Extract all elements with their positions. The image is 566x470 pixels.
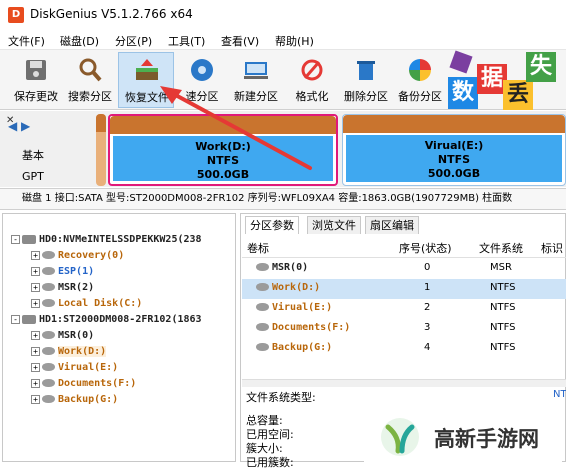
backup-icon (409, 59, 431, 81)
menu-partition[interactable]: 分区(P) (115, 33, 152, 49)
partition-icon (256, 283, 269, 291)
tree-node-hd0[interactable]: - HD0:NVMeINTELSSDPEKKW25(238 (11, 232, 202, 248)
tab-sector-edit[interactable]: 扇区编辑 (365, 216, 419, 234)
table-row[interactable]: Backup(G:) 4 NTFS (242, 339, 566, 359)
watermark: 高新手游网 (364, 411, 562, 462)
disk-nav-arrows[interactable]: ◀ ▶ (8, 119, 30, 133)
table-row[interactable]: Virual(E:) 2 NTFS (242, 299, 566, 319)
partition-icon (42, 379, 55, 387)
partition-icon (42, 347, 55, 355)
expand-icon[interactable]: + (31, 346, 40, 356)
expand-icon[interactable]: + (31, 378, 40, 388)
app-icon: D (8, 7, 24, 23)
delete-icon (357, 61, 375, 80)
fs-type-value: NT (553, 389, 566, 400)
expand-icon[interactable]: + (31, 330, 40, 340)
menu-tools[interactable]: 工具(T) (168, 33, 205, 49)
collapse-icon[interactable]: - (11, 234, 20, 244)
partition-icon (256, 343, 269, 351)
watermark-text: 高新手游网 (434, 427, 539, 451)
disk-tree: - HD0:NVMeINTELSSDPEKKW25(238 + Recovery(0… (2, 213, 236, 462)
disk-info-bar: 磁盘 1 接口:SATA 型号:ST2000DM008-2FR102 序列号:W… (0, 188, 566, 210)
watermark-logo-icon (381, 418, 419, 456)
tree-node-backup-g[interactable]: + Backup(G:) (31, 392, 118, 408)
tree-node-hd1[interactable]: - HD1:ST2000DM008-2FR102(1863 (11, 312, 202, 328)
search-partition-button[interactable]: 搜索分区 (62, 52, 118, 108)
annotation-arrow-icon (160, 86, 312, 170)
column-header-label[interactable]: 卷标 (247, 240, 269, 256)
partition-style-label: GPT (22, 170, 44, 183)
partition-icon (42, 283, 55, 291)
menu-disk[interactable]: 磁盘(D) (60, 33, 99, 49)
expand-icon[interactable]: + (31, 282, 40, 292)
partition-icon (256, 263, 269, 271)
save-icon (26, 60, 46, 80)
collapse-icon[interactable]: - (11, 314, 20, 324)
delete-partition-button[interactable]: 删除分区 (338, 52, 394, 108)
tree-node-local-disk-c[interactable]: + Local Disk(C:) (31, 296, 142, 312)
column-header-index[interactable]: 序号(状态) (399, 240, 452, 256)
tab-browse-files[interactable]: 浏览文件 (307, 216, 361, 234)
tree-node-esp[interactable]: + ESP(1) (31, 264, 94, 280)
partition-icon (256, 303, 269, 311)
promo-decoration (449, 50, 473, 74)
tree-node-virual-e[interactable]: + Virual(E:) (31, 360, 118, 376)
menu-bar: 文件(F) 磁盘(D) 分区(P) 工具(T) 查看(V) 帮助(H) (0, 30, 566, 50)
tree-node-msr2[interactable]: + MSR(2) (31, 280, 94, 296)
partition-icon (42, 267, 55, 275)
partition-icon (42, 395, 55, 403)
title-bar: D DiskGenius V5.1.2.766 x64 (0, 0, 566, 30)
partition-icon (42, 363, 55, 371)
disk-icon (22, 234, 36, 244)
fs-type-label: 文件系统类型: (246, 391, 316, 404)
save-changes-button[interactable]: 保存更改 (8, 52, 64, 108)
tree-node-documents-f[interactable]: + Documents(F:) (31, 376, 136, 392)
disk-icon (22, 314, 36, 324)
backup-partition-button[interactable]: 备份分区 (392, 52, 448, 108)
stat-used-clusters: 已用簇数: (246, 456, 294, 469)
promo-tile-3: 丢 (503, 80, 533, 110)
menu-view[interactable]: 查看(V) (221, 33, 259, 49)
promo-tile-4: 失 (526, 52, 556, 82)
partition-icon (42, 251, 55, 259)
expand-icon[interactable]: + (31, 298, 40, 308)
expand-icon[interactable]: + (31, 362, 40, 372)
menu-file[interactable]: 文件(F) (8, 33, 45, 49)
search-icon (79, 58, 102, 82)
partition-icon (42, 299, 55, 307)
expand-icon[interactable]: + (31, 266, 40, 276)
tab-partition-params[interactable]: 分区参数 (245, 216, 299, 234)
promo-tile-1: 数 (448, 77, 478, 109)
column-header-id[interactable]: 标识 (541, 240, 563, 256)
tree-node-work-d[interactable]: + Work(D:) (31, 344, 107, 360)
table-row[interactable]: Documents(F:) 3 NTFS (242, 319, 566, 339)
table-row[interactable]: MSR(0) 0 MSR (242, 259, 566, 279)
tree-node-recovery[interactable]: + Recovery(0) (31, 248, 124, 264)
horizontal-scrollbar[interactable] (242, 379, 566, 387)
partition-icon (42, 331, 55, 339)
table-row[interactable]: Work(D:) 1 NTFS (242, 279, 566, 299)
partition-sliver[interactable] (96, 114, 106, 186)
tree-node-msr0[interactable]: + MSR(0) (31, 328, 94, 344)
partition-block-virual[interactable]: Virual(E:) NTFS 500.0GB (342, 114, 566, 186)
window-title: DiskGenius V5.1.2.766 x64 (30, 7, 193, 21)
partition-icon (256, 323, 269, 331)
expand-icon[interactable]: + (31, 394, 40, 404)
disk-type-label: 基本 (22, 149, 44, 162)
expand-icon[interactable]: + (31, 250, 40, 260)
column-header-filesystem[interactable]: 文件系统 (479, 240, 523, 256)
header-divider (242, 257, 566, 258)
menu-help[interactable]: 帮助(H) (275, 33, 314, 49)
